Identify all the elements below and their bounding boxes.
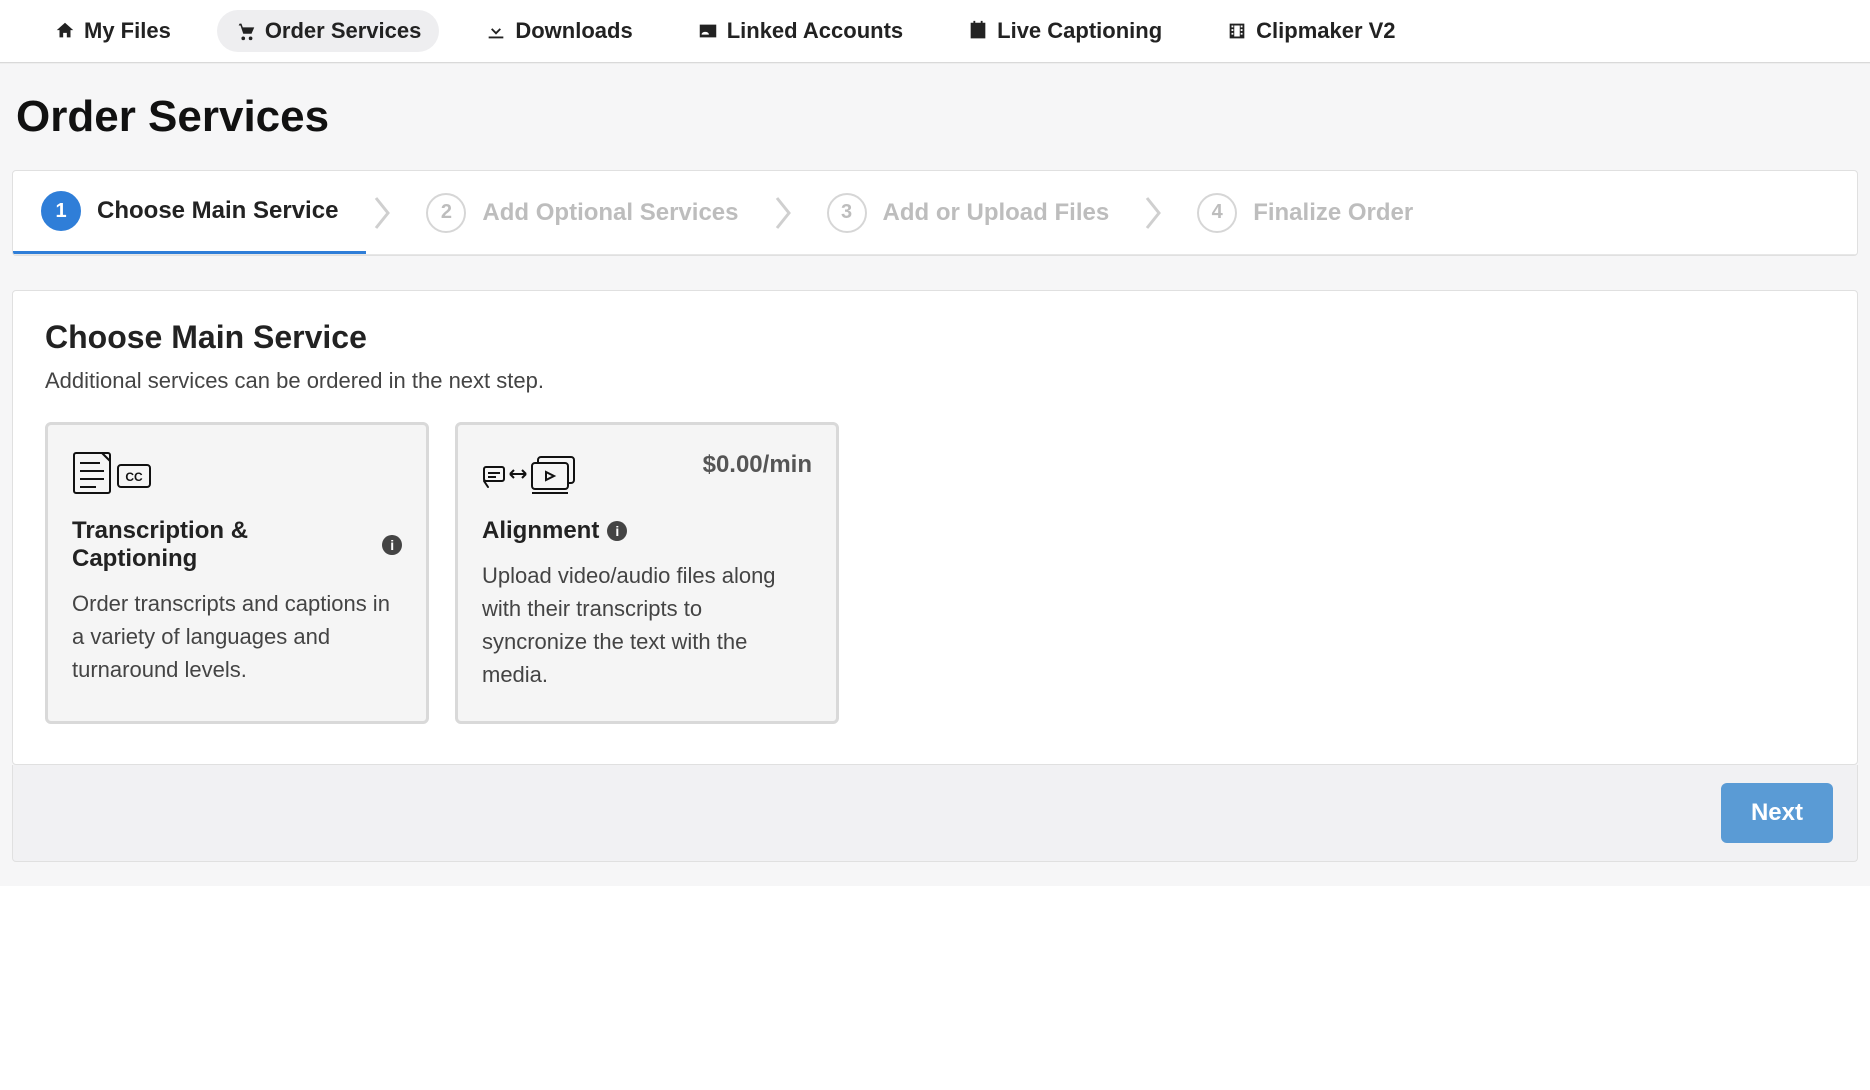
next-button[interactable]: Next <box>1721 783 1833 843</box>
film-icon <box>1226 20 1248 42</box>
nav-label: My Files <box>84 18 171 44</box>
step-number: 4 <box>1197 193 1237 233</box>
service-title: Transcription & Captioning <box>72 517 374 573</box>
service-desc: Order transcripts and captions in a vari… <box>72 587 402 686</box>
nav-order-services[interactable]: Order Services <box>217 10 440 52</box>
step-label: Add or Upload Files <box>883 199 1110 227</box>
wizard-card: 1 Choose Main Service 2 Add Optional Ser… <box>12 170 1858 256</box>
calendar-icon <box>967 20 989 42</box>
step-label: Choose Main Service <box>97 197 338 225</box>
section-title: Choose Main Service <box>45 319 1825 356</box>
nav-live-captioning[interactable]: Live Captioning <box>949 10 1180 52</box>
step-label: Add Optional Services <box>482 199 738 227</box>
chevron-right-icon <box>1137 171 1169 254</box>
info-icon[interactable]: i <box>607 521 627 541</box>
nav-label: Order Services <box>265 18 422 44</box>
step-number: 1 <box>41 191 81 231</box>
step-add-optional-services[interactable]: 2 Add Optional Services <box>398 171 766 254</box>
nav-downloads[interactable]: Downloads <box>467 10 650 52</box>
wizard-footer: Next <box>12 765 1858 862</box>
nav-label: Linked Accounts <box>727 18 903 44</box>
cart-icon <box>235 20 257 42</box>
service-price: $0.00/min <box>703 451 812 479</box>
step-finalize-order[interactable]: 4 Finalize Order <box>1169 171 1441 254</box>
step-number: 3 <box>827 193 867 233</box>
stepper: 1 Choose Main Service 2 Add Optional Ser… <box>13 171 1857 255</box>
service-cards: CC Transcription & Captioning i Order tr… <box>45 422 1825 724</box>
service-title: Alignment <box>482 517 599 545</box>
step-choose-main-service[interactable]: 1 Choose Main Service <box>13 171 366 254</box>
section-subtitle: Additional services can be ordered in th… <box>45 368 1825 394</box>
id-card-icon <box>697 20 719 42</box>
service-card-alignment[interactable]: $0.00/min Alignment i Upload video/audio… <box>455 422 839 724</box>
chevron-right-icon <box>767 171 799 254</box>
nav-linked-accounts[interactable]: Linked Accounts <box>679 10 921 52</box>
nav-label: Clipmaker V2 <box>1256 18 1395 44</box>
service-desc: Upload video/audio files along with thei… <box>482 559 812 691</box>
service-card-transcription[interactable]: CC Transcription & Captioning i Order tr… <box>45 422 429 724</box>
step-add-upload-files[interactable]: 3 Add or Upload Files <box>799 171 1138 254</box>
info-icon[interactable]: i <box>382 535 402 555</box>
nav-clipmaker[interactable]: Clipmaker V2 <box>1208 10 1413 52</box>
nav-my-files[interactable]: My Files <box>36 10 189 52</box>
transcript-cc-icon: CC <box>72 451 152 495</box>
chevron-right-icon <box>366 171 398 254</box>
alignment-icon <box>482 451 582 495</box>
nav-label: Live Captioning <box>997 18 1162 44</box>
home-icon <box>54 20 76 42</box>
nav-label: Downloads <box>515 18 632 44</box>
svg-text:CC: CC <box>125 470 143 484</box>
main-card: Choose Main Service Additional services … <box>12 290 1858 765</box>
top-nav: My Files Order Services Downloads Linked… <box>0 0 1870 63</box>
download-icon <box>485 20 507 42</box>
step-label: Finalize Order <box>1253 199 1413 227</box>
step-number: 2 <box>426 193 466 233</box>
page-title: Order Services <box>12 64 1858 170</box>
